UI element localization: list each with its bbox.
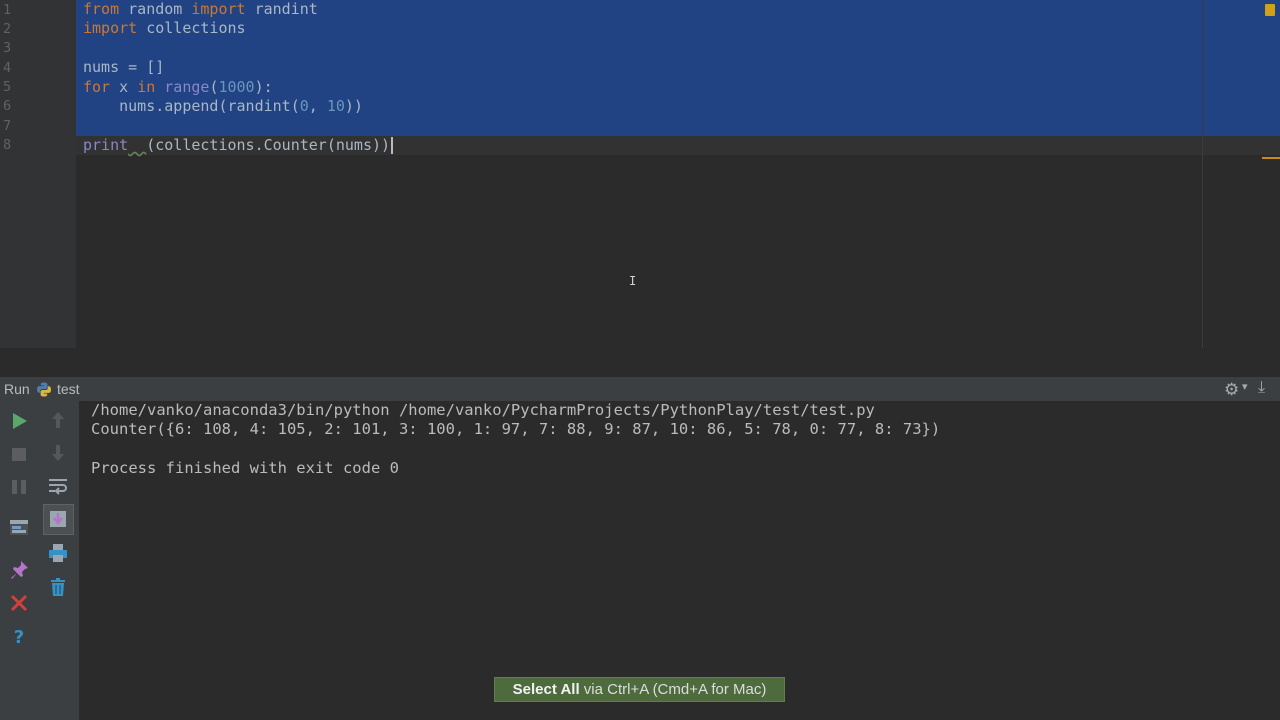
- python-icon: [37, 382, 51, 397]
- code-text: nums = []: [83, 58, 165, 77]
- close-icon[interactable]: [8, 592, 30, 614]
- code-text: x: [110, 77, 138, 96]
- line-number: 1: [3, 2, 12, 18]
- code-text: randint: [245, 0, 318, 18]
- line-number-gutter: 1 2 3 4 5 6 7 8: [0, 0, 76, 348]
- code-text: ,: [308, 97, 327, 115]
- scroll-to-end-icon[interactable]: [47, 508, 69, 530]
- number-literal: 10: [326, 97, 345, 115]
- chevron-down-icon[interactable]: ▾: [1242, 380, 1248, 393]
- keyword: import: [83, 19, 138, 38]
- keystroke-hint-popup: Select All via Ctrl+A (Cmd+A for Mac): [494, 677, 785, 702]
- run-console-output[interactable]: /home/vanko/anaconda3/bin/python /home/v…: [79, 401, 1280, 720]
- panel-divider[interactable]: [0, 348, 1280, 377]
- stop-icon[interactable]: [8, 443, 30, 465]
- code-text: collections: [137, 19, 246, 38]
- keyword: from: [83, 0, 120, 18]
- run-icon[interactable]: [8, 410, 30, 432]
- console-line: Process finished with exit code 0: [91, 459, 399, 478]
- line-number: 3: [3, 40, 12, 56]
- right-margin-guide: [1202, 0, 1203, 348]
- run-panel-label: Run: [4, 381, 30, 397]
- help-icon[interactable]: ?: [8, 625, 30, 647]
- code-line-3[interactable]: [76, 39, 1280, 58]
- code-text: ):: [254, 77, 273, 96]
- pin-icon[interactable]: [8, 559, 30, 581]
- arrow-up-icon[interactable]: [47, 409, 69, 431]
- builtin: range: [164, 77, 210, 96]
- keyword: in: [137, 77, 156, 96]
- code-line-4[interactable]: nums = []: [76, 58, 1280, 77]
- print-icon[interactable]: [47, 542, 69, 564]
- soft-wrap-icon[interactable]: [47, 475, 69, 497]
- console-line: Counter({6: 108, 4: 105, 2: 101, 3: 100,…: [91, 420, 941, 439]
- error-stripe-mark[interactable]: [1262, 157, 1280, 159]
- line-number: 5: [3, 79, 12, 95]
- line-number: 7: [3, 118, 12, 134]
- run-toolbar: ?: [0, 401, 79, 720]
- hint-shortcut-text: via Ctrl+A (Cmd+A for Mac): [579, 681, 767, 698]
- code-text: nums.append(randint(: [83, 97, 300, 115]
- code-line-5[interactable]: for x in range(1000):: [76, 78, 1280, 97]
- keyword: import: [191, 0, 246, 18]
- pause-icon[interactable]: [8, 476, 30, 498]
- text-caret: [391, 137, 394, 154]
- code-line-6[interactable]: nums.append(randint(0, 10)): [76, 97, 1280, 116]
- code-line-2[interactable]: import collections: [76, 19, 1280, 38]
- builtin: print: [83, 136, 129, 154]
- code-text: random: [119, 0, 192, 18]
- line-number: 8: [3, 137, 12, 153]
- svg-text:?: ?: [14, 627, 24, 647]
- console-line: /home/vanko/anaconda3/bin/python /home/v…: [91, 401, 875, 419]
- restore-layout-icon[interactable]: [8, 516, 30, 538]
- hide-panel-icon[interactable]: ⤓: [1258, 379, 1265, 397]
- code-line-1[interactable]: from random import randint: [76, 0, 1280, 19]
- code-line-8[interactable]: print (collections.Counter(nums)): [76, 136, 1280, 155]
- run-config-tab[interactable]: test: [57, 381, 80, 397]
- code-line-7[interactable]: [76, 116, 1280, 135]
- line-number: 6: [3, 98, 12, 114]
- run-panel-header: Run test ⚙ ▾ ⤓: [0, 377, 1280, 401]
- number-literal: 0: [299, 97, 309, 115]
- mouse-ibeam-cursor-icon: I: [629, 274, 637, 288]
- keyword: for: [83, 77, 111, 96]
- hint-action-name: Select All: [512, 681, 580, 698]
- trash-icon[interactable]: [47, 576, 69, 598]
- line-number: 2: [3, 21, 12, 37]
- number-literal: 1000: [218, 77, 255, 96]
- inspection-status-icon[interactable]: [1265, 4, 1275, 16]
- code-text: (collections.Counter(nums)): [146, 136, 391, 154]
- code-text: )): [344, 97, 363, 115]
- arrow-down-icon[interactable]: [47, 442, 69, 464]
- line-number: 4: [3, 60, 12, 76]
- code-area[interactable]: from random import randint import collec…: [76, 0, 1280, 348]
- code-editor[interactable]: 1 2 3 4 5 6 7 8 from random import randi…: [0, 0, 1280, 348]
- gear-icon[interactable]: ⚙: [1224, 380, 1239, 400]
